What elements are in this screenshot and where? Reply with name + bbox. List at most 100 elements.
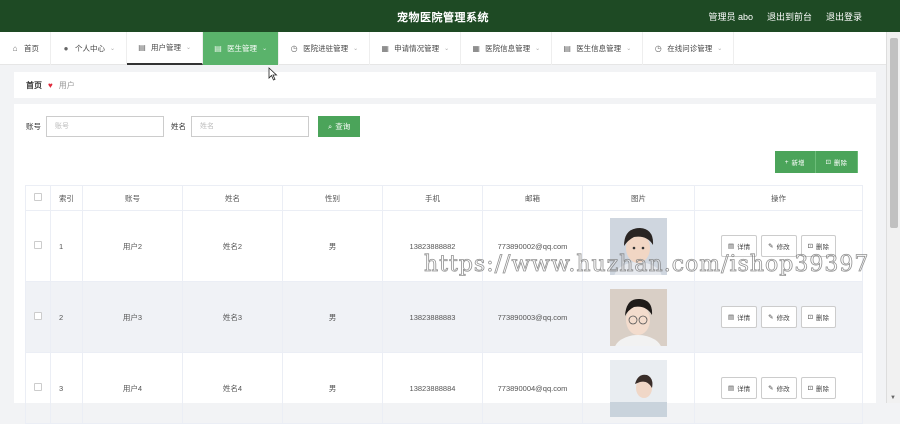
col-phone: 手机 (382, 185, 483, 211)
select-all-header[interactable] (25, 185, 51, 211)
content-panel: 账号 姓名 ⌕ 查询 +新增 ⊡删除 索引 账号 姓名 性别 手机 邮箱 图片 … (14, 104, 876, 424)
nav-item-profile[interactable]: ● 个人中心 ⌄ (51, 32, 128, 65)
logout-link[interactable]: 退出登录 (826, 10, 862, 23)
detail-label: 详情 (737, 244, 751, 251)
search-button[interactable]: ⌕ 查询 (318, 116, 361, 137)
cell-email: 773890003@qq.com (482, 281, 583, 353)
nav-item-doctor-info[interactable]: ▤ 医生信息管理 ⌄ (552, 32, 644, 65)
doc-icon: ▤ (563, 43, 571, 53)
batch-delete-button[interactable]: ⊡ 删除 (815, 151, 858, 173)
row-select-cell[interactable] (25, 210, 51, 282)
back-to-front-link[interactable]: 退出到前台 (767, 10, 812, 23)
nav-label: 医生信息管理 (576, 44, 622, 53)
cell-email: 773890002@qq.com (482, 210, 583, 282)
cell-index: 1 (50, 210, 83, 282)
nav-label: 个人中心 (75, 44, 105, 53)
cell-account: 用户4 (82, 352, 183, 424)
cell-photo (582, 352, 695, 424)
nav-item-hospital-entry[interactable]: ◷ 医院进驻管理 ⌄ (279, 32, 371, 65)
delete-label: 删除 (816, 386, 830, 393)
breadcrumb: 首页 ♥ 用户 (14, 72, 876, 98)
top-header: 宠物医院管理系统 管理员 abo 退出到前台 退出登录 (0, 0, 900, 32)
row-checkbox[interactable] (34, 312, 42, 320)
home-icon: ⌂ (12, 43, 18, 53)
portrait-image (610, 359, 667, 417)
cell-photo (582, 210, 695, 294)
vertical-scrollbar[interactable]: ▼ (886, 32, 900, 403)
cell-phone: 13823888882 (382, 210, 483, 282)
chevron-down-icon: ⌄ (626, 46, 632, 52)
cell-email: 773890004@qq.com (482, 352, 583, 424)
edit-button[interactable]: ✎ 修改 (761, 235, 797, 257)
pencil-icon: ✎ (768, 385, 774, 392)
add-button[interactable]: + 新增 (774, 151, 816, 173)
chevron-down-icon: ⌄ (444, 46, 450, 52)
delete-button-label: 删除 (834, 160, 847, 167)
account-input[interactable] (46, 116, 164, 137)
table-row: 1 用户2 姓名2 男 13823888882 773890002@qq.com (25, 210, 863, 294)
nav-item-home[interactable]: ⌂ 首页 (0, 32, 51, 65)
chevron-down-icon: ⌄ (353, 46, 359, 52)
doc-icon: ▤ (727, 314, 735, 321)
cell-phone: 13823888883 (382, 281, 483, 353)
select-all-checkbox[interactable] (34, 193, 42, 201)
cell-name: 姓名3 (182, 281, 283, 353)
account-label: 账号 (26, 122, 41, 131)
nav-item-consultation[interactable]: ◷ 在线问诊管理 ⌄ (643, 32, 735, 65)
delete-button[interactable]: ⊡ 删除 (800, 306, 837, 328)
edit-label: 修改 (776, 386, 790, 393)
nav-item-doctors[interactable]: ▤ 医生管理 ⌄ (203, 32, 280, 65)
detail-button[interactable]: ▤ 详情 (720, 235, 758, 257)
scrollbar-thumb[interactable] (890, 38, 898, 228)
cell-gender: 男 (282, 281, 383, 353)
edit-button[interactable]: ✎ 修改 (761, 306, 797, 328)
cell-ops: ▤ 详情 ✎ 修改 ⊡ 删除 (694, 352, 863, 424)
nav-label: 在线问诊管理 (667, 44, 713, 53)
chevron-down-icon: ⌄ (186, 45, 192, 51)
detail-label: 详情 (737, 315, 751, 322)
doc-icon: ▤ (727, 385, 735, 392)
nav-item-users[interactable]: ▤ 用户管理 ⌄ (127, 32, 204, 65)
breadcrumb-home[interactable]: 首页 (26, 80, 42, 91)
col-photo: 图片 (582, 185, 695, 211)
chevron-down-icon: ⌄ (262, 46, 268, 52)
chevron-down-icon: ⌄ (110, 46, 116, 52)
nav-item-applications[interactable]: ▦ 申请情况管理 ⌄ (370, 32, 462, 65)
nav-label: 医院进驻管理 (303, 44, 349, 53)
user-table: 索引 账号 姓名 性别 手机 邮箱 图片 操作 1 用户2 姓名2 男 1382… (25, 185, 863, 424)
table-header-row: 索引 账号 姓名 性别 手机 邮箱 图片 操作 (25, 185, 863, 211)
nav-label: 医生管理 (227, 44, 258, 53)
nav-label: 用户管理 (151, 43, 182, 52)
col-account: 账号 (82, 185, 183, 211)
scroll-down-icon[interactable]: ▼ (890, 395, 896, 401)
grid-icon: ▦ (381, 43, 389, 53)
doc-icon: ▤ (138, 42, 146, 52)
avatar[interactable] (610, 217, 667, 294)
col-email: 邮箱 (482, 185, 583, 211)
avatar[interactable] (610, 359, 667, 417)
row-checkbox[interactable] (34, 383, 42, 391)
header-links: 管理员 abo 退出到前台 退出登录 (708, 10, 862, 23)
row-select-cell[interactable] (25, 281, 51, 353)
col-name: 姓名 (182, 185, 283, 211)
portrait-image (610, 217, 667, 294)
doc-icon: ▤ (727, 243, 735, 250)
detail-button[interactable]: ▤ 详情 (720, 377, 758, 399)
avatar[interactable] (610, 288, 667, 367)
delete-button[interactable]: ⊡ 删除 (800, 377, 837, 399)
nav-item-hospital-info[interactable]: ▦ 医院信息管理 ⌄ (461, 32, 553, 65)
edit-button[interactable]: ✎ 修改 (761, 377, 797, 399)
mouse-cursor-icon (268, 67, 278, 81)
cell-index: 2 (50, 281, 83, 353)
pencil-icon: ✎ (768, 314, 774, 321)
nav-label: 申请情况管理 (394, 44, 440, 53)
admin-name: 管理员 abo (708, 12, 753, 22)
name-input[interactable] (191, 116, 309, 137)
row-checkbox[interactable] (34, 241, 42, 249)
row-select-cell[interactable] (25, 352, 51, 424)
main-nav: ⌂ 首页 ● 个人中心 ⌄ ▤ 用户管理 ⌄ ▤ 医生管理 ⌄ ◷ 医院进驻管理 ⌄ ▦ 申请情况管… (0, 32, 886, 65)
cell-ops: ▤ 详情 ✎ 修改 ⊡ 删除 (694, 210, 863, 282)
col-gender: 性别 (282, 185, 383, 211)
delete-button[interactable]: ⊡ 删除 (800, 235, 837, 257)
detail-button[interactable]: ▤ 详情 (720, 306, 758, 328)
